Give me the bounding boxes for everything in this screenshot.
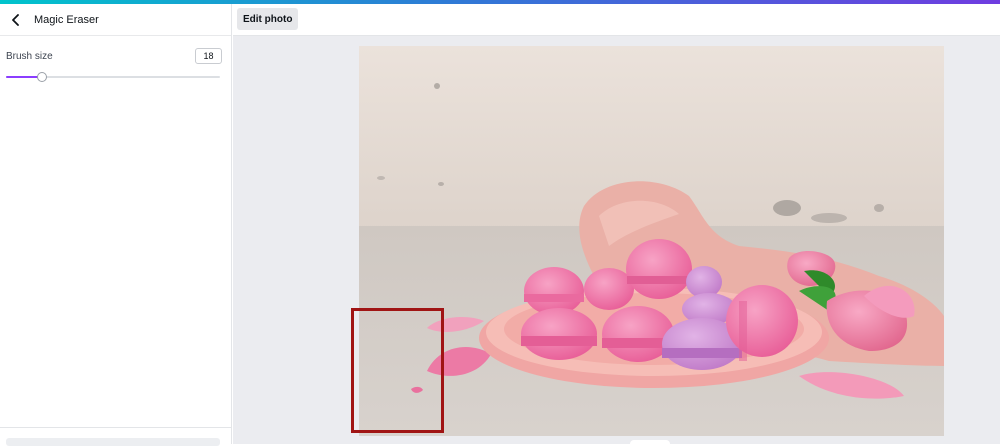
slider-thumb[interactable] bbox=[37, 72, 47, 82]
macarons-photo[interactable] bbox=[359, 46, 944, 436]
brush-size-slider[interactable] bbox=[6, 72, 220, 82]
brush-size-row: Brush size 18 bbox=[6, 46, 222, 66]
canvas-area: Edit photo bbox=[233, 4, 1000, 448]
footer-button[interactable] bbox=[6, 438, 220, 446]
magic-eraser-panel: Magic Eraser Brush size 18 bbox=[0, 4, 232, 446]
editor-toolbar: Edit photo bbox=[233, 4, 1000, 36]
back-button[interactable] bbox=[8, 12, 24, 28]
panel-footer bbox=[0, 427, 231, 446]
panel-title: Magic Eraser bbox=[34, 13, 99, 26]
panel-header: Magic Eraser bbox=[0, 4, 231, 36]
eraser-selection-box bbox=[351, 308, 444, 433]
edit-photo-button[interactable]: Edit photo bbox=[237, 8, 299, 30]
scroll-handle[interactable] bbox=[630, 440, 670, 448]
brush-size-label: Brush size bbox=[6, 50, 53, 62]
brush-size-input[interactable]: 18 bbox=[195, 48, 222, 64]
chevron-left-icon bbox=[12, 13, 19, 26]
